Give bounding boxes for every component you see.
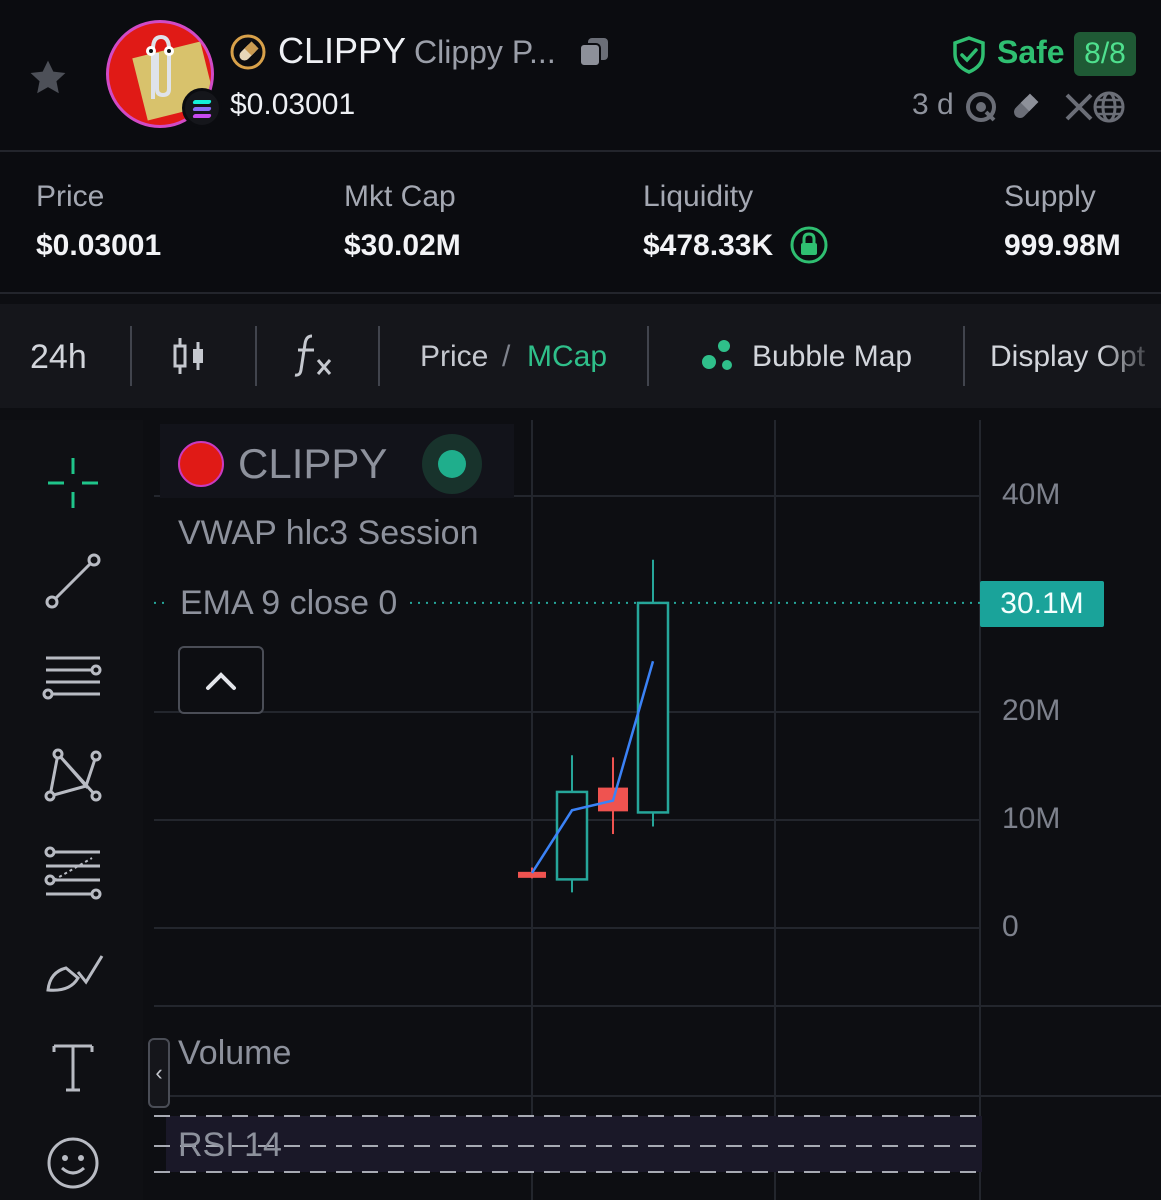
brush-icon[interactable] <box>40 938 106 1004</box>
toggle-separator: / <box>502 340 511 373</box>
toolbar-divider <box>130 326 132 386</box>
y-tick-label: 40M <box>1002 478 1061 511</box>
fib-retracement-icon[interactable] <box>40 840 106 906</box>
legend-ticker: CLIPPY <box>238 440 388 487</box>
emoji-tool-icon[interactable] <box>40 1130 106 1196</box>
stat-supply-value: 999.98M <box>1004 229 1121 262</box>
pattern-tool-icon[interactable] <box>40 742 106 808</box>
crosshair-icon[interactable] <box>40 450 106 516</box>
mcap-toggle[interactable]: MCap <box>527 340 607 374</box>
stat-mktcap-value: $30.02M <box>344 229 461 262</box>
lock-icon <box>790 226 828 264</box>
ema-line <box>530 660 655 874</box>
website-globe-icon[interactable] <box>1092 90 1126 124</box>
stat-supply-label: Supply <box>1004 180 1096 213</box>
solana-chain-icon <box>182 88 222 128</box>
legend-token-avatar <box>178 441 224 487</box>
bubble-map-button[interactable]: Bubble Map <box>752 340 912 374</box>
candle-body <box>636 601 670 814</box>
candlestick-type-icon[interactable] <box>170 334 210 378</box>
live-status-dot <box>438 450 466 478</box>
candle <box>555 755 589 893</box>
text-tool-icon[interactable] <box>40 1034 106 1100</box>
safety-label[interactable]: Safe <box>997 34 1065 71</box>
candle <box>636 559 670 827</box>
candle <box>518 867 546 879</box>
y-tick-label: 10M <box>1002 802 1061 835</box>
toolbar-fade <box>1100 320 1161 400</box>
token-age: 3 d <box>912 88 954 121</box>
stat-mktcap-label: Mkt Cap <box>344 180 456 213</box>
toolbar-divider <box>255 326 257 386</box>
indicator-ema-label[interactable]: EMA 9 close 0 <box>170 584 408 623</box>
token-ticker: CLIPPY <box>278 30 407 71</box>
copy-icon[interactable] <box>576 34 612 70</box>
bubble-map-icon[interactable] <box>700 338 736 374</box>
price-toggle[interactable]: Price <box>420 340 488 374</box>
shield-check-icon <box>953 36 985 74</box>
pump-link-icon[interactable] <box>1008 90 1042 124</box>
stat-liquidity-value: $478.33K <box>643 229 774 262</box>
last-price-label: 30.1M <box>980 581 1104 627</box>
safety-score-badge[interactable]: 8/8 <box>1074 32 1136 76</box>
collapse-legend-button[interactable] <box>178 646 264 714</box>
stat-price-value: $0.03001 <box>36 229 162 262</box>
candle-body <box>555 790 589 881</box>
chevron-up-icon <box>206 672 236 690</box>
y-tick-label: 0 <box>1002 910 1019 943</box>
rsi-pane-label: RSI 14 <box>178 1126 282 1164</box>
search-lens-icon[interactable] <box>964 90 998 124</box>
y-tick-label: 20M <box>1002 694 1061 727</box>
horizontal-lines-icon[interactable] <box>40 646 106 712</box>
favorite-star-icon[interactable] <box>26 56 70 100</box>
toolbar-divider <box>378 326 380 386</box>
volume-pane-label: Volume <box>178 1034 292 1072</box>
stat-price-label: Price <box>36 180 105 213</box>
fx-indicators-icon[interactable] <box>292 330 336 380</box>
header-price: $0.03001 <box>230 88 356 121</box>
toolbar-divider <box>647 326 649 386</box>
token-name: Clippy P... <box>414 34 556 70</box>
pump-pill-icon <box>230 34 266 70</box>
candle <box>598 757 628 835</box>
sidebar-toggle-button[interactable]: ‹ <box>148 1038 170 1108</box>
x-twitter-icon[interactable] <box>1062 90 1096 124</box>
token-stats-bar <box>0 152 1161 294</box>
stat-liquidity-label: Liquidity <box>643 180 754 213</box>
trend-line-icon[interactable] <box>40 548 106 614</box>
timeframe-selector[interactable]: 24h <box>30 338 87 377</box>
toolbar-divider <box>963 326 965 386</box>
indicator-vwap-label[interactable]: VWAP hlc3 Session <box>178 514 478 553</box>
